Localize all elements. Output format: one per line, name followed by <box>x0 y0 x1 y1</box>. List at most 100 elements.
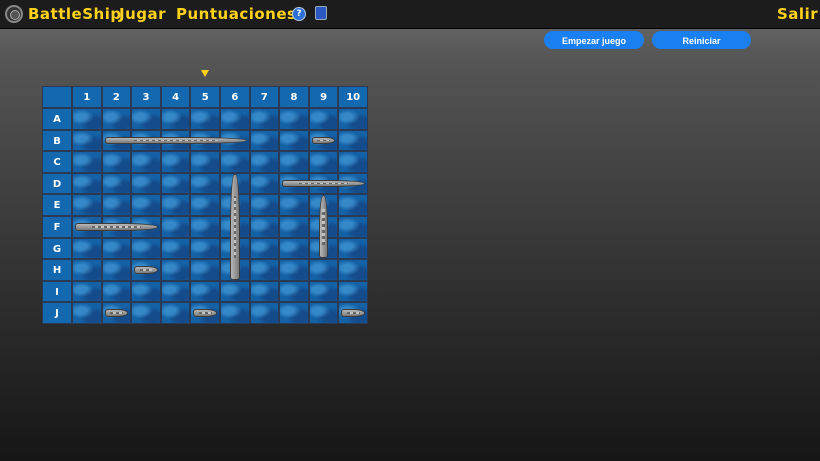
board-cell-C7[interactable] <box>249 151 280 173</box>
board-cell-D2[interactable] <box>101 172 132 195</box>
board-cell-H5[interactable] <box>190 259 220 281</box>
board-cell-J3[interactable] <box>131 302 161 324</box>
board-cell-E1[interactable] <box>72 194 102 216</box>
board-cell-B7[interactable] <box>249 129 280 152</box>
board-cell-C9[interactable] <box>308 151 339 173</box>
board-cell-H8[interactable] <box>279 259 309 281</box>
row-header: H <box>42 259 72 281</box>
board-cell-A8[interactable] <box>279 108 309 130</box>
board-cell-C1[interactable] <box>72 151 102 173</box>
column-header: 1 <box>72 86 102 108</box>
board-cell-B10[interactable] <box>338 129 368 152</box>
board-cell-A6[interactable] <box>220 108 250 130</box>
ship[interactable] <box>318 195 329 259</box>
board-cell-A1[interactable] <box>72 108 102 130</box>
ship[interactable] <box>104 309 129 318</box>
board-cell-A2[interactable] <box>101 108 132 130</box>
board-cell-I8[interactable] <box>279 280 309 303</box>
board-cell-J4[interactable] <box>160 302 191 324</box>
board-cell-F5[interactable] <box>190 216 220 238</box>
nav-play-link[interactable]: Jugar <box>119 5 166 23</box>
board-cell-C3[interactable] <box>131 151 161 173</box>
ship[interactable] <box>134 266 158 274</box>
board-cell-I4[interactable] <box>160 280 191 303</box>
board-cell-F10[interactable] <box>338 216 368 238</box>
row-header: C <box>42 151 72 173</box>
board-cell-E10[interactable] <box>338 194 368 216</box>
ship[interactable] <box>75 222 158 231</box>
board-cell-F4[interactable] <box>160 216 191 238</box>
board-cell-G10[interactable] <box>338 237 368 260</box>
board-cell-D1[interactable] <box>72 172 102 195</box>
board-cell-G8[interactable] <box>279 237 309 260</box>
board-cell-E3[interactable] <box>131 194 161 216</box>
board-cell-H9[interactable] <box>308 259 339 281</box>
board-cell-J9[interactable] <box>308 302 339 324</box>
board-cell-I6[interactable] <box>220 280 250 303</box>
board-cell-A4[interactable] <box>160 108 191 130</box>
board-cell-G1[interactable] <box>72 237 102 260</box>
board-cell-I1[interactable] <box>72 280 102 303</box>
exit-link[interactable]: Salir <box>777 5 818 23</box>
board-cell-G4[interactable] <box>160 237 191 260</box>
board-cell-G7[interactable] <box>249 237 280 260</box>
board-cell-H2[interactable] <box>101 259 132 281</box>
restart-button[interactable]: Reiniciar <box>652 31 751 49</box>
board-cell-C5[interactable] <box>190 151 220 173</box>
board-cell-H4[interactable] <box>160 259 191 281</box>
save-icon[interactable] <box>315 6 327 20</box>
ship[interactable] <box>230 173 240 280</box>
board-cell-F8[interactable] <box>279 216 309 238</box>
board-cell-G3[interactable] <box>131 237 161 260</box>
ship[interactable] <box>104 136 247 145</box>
board-cell-A7[interactable] <box>249 108 280 130</box>
ship[interactable] <box>311 136 336 145</box>
board-cell-D5[interactable] <box>190 172 220 195</box>
board-cell-J8[interactable] <box>279 302 309 324</box>
board-corner-cell <box>42 86 72 108</box>
board-cell-J6[interactable] <box>220 302 250 324</box>
nav-scores-link[interactable]: Puntuaciones <box>176 5 296 23</box>
board-cell-H7[interactable] <box>249 259 280 281</box>
board-cell-B1[interactable] <box>72 129 102 152</box>
board-cell-D3[interactable] <box>131 172 161 195</box>
board-cell-C8[interactable] <box>279 151 309 173</box>
brand-title[interactable]: BattleShip <box>28 5 122 23</box>
board-cell-C4[interactable] <box>160 151 191 173</box>
board-cell-E4[interactable] <box>160 194 191 216</box>
board-cell-J7[interactable] <box>249 302 280 324</box>
board-cell-I10[interactable] <box>338 280 368 303</box>
board-cell-H10[interactable] <box>338 259 368 281</box>
board-cell-G2[interactable] <box>101 237 132 260</box>
board-cell-A10[interactable] <box>338 108 368 130</box>
ship[interactable] <box>341 309 365 318</box>
column-pointer-icon <box>201 70 209 77</box>
board-cell-D4[interactable] <box>160 172 191 195</box>
board-cell-G5[interactable] <box>190 237 220 260</box>
board-cell-C6[interactable] <box>220 151 250 173</box>
board-cell-H1[interactable] <box>72 259 102 281</box>
help-icon[interactable]: ? <box>292 7 306 21</box>
board-cell-I7[interactable] <box>249 280 280 303</box>
board-cell-E5[interactable] <box>190 194 220 216</box>
board-cell-A5[interactable] <box>190 108 220 130</box>
board-cell-I5[interactable] <box>190 280 220 303</box>
board-cell-B8[interactable] <box>279 129 309 152</box>
ship[interactable] <box>193 309 217 318</box>
board-cell-E7[interactable] <box>249 194 280 216</box>
start-game-button[interactable]: Empezar juego <box>544 31 644 49</box>
board-cell-D7[interactable] <box>249 172 280 195</box>
battleship-logo-icon <box>5 5 23 23</box>
board-cell-I2[interactable] <box>101 280 132 303</box>
board-cell-J1[interactable] <box>72 302 102 324</box>
board-cell-F7[interactable] <box>249 216 280 238</box>
board-cell-I3[interactable] <box>131 280 161 303</box>
board-cell-C10[interactable] <box>338 151 368 173</box>
board-cell-C2[interactable] <box>101 151 132 173</box>
board-cell-E8[interactable] <box>279 194 309 216</box>
board-cell-A3[interactable] <box>131 108 161 130</box>
board-cell-I9[interactable] <box>308 280 339 303</box>
board-cell-E2[interactable] <box>101 194 132 216</box>
row-header: D <box>42 172 72 195</box>
board-cell-A9[interactable] <box>308 108 339 130</box>
